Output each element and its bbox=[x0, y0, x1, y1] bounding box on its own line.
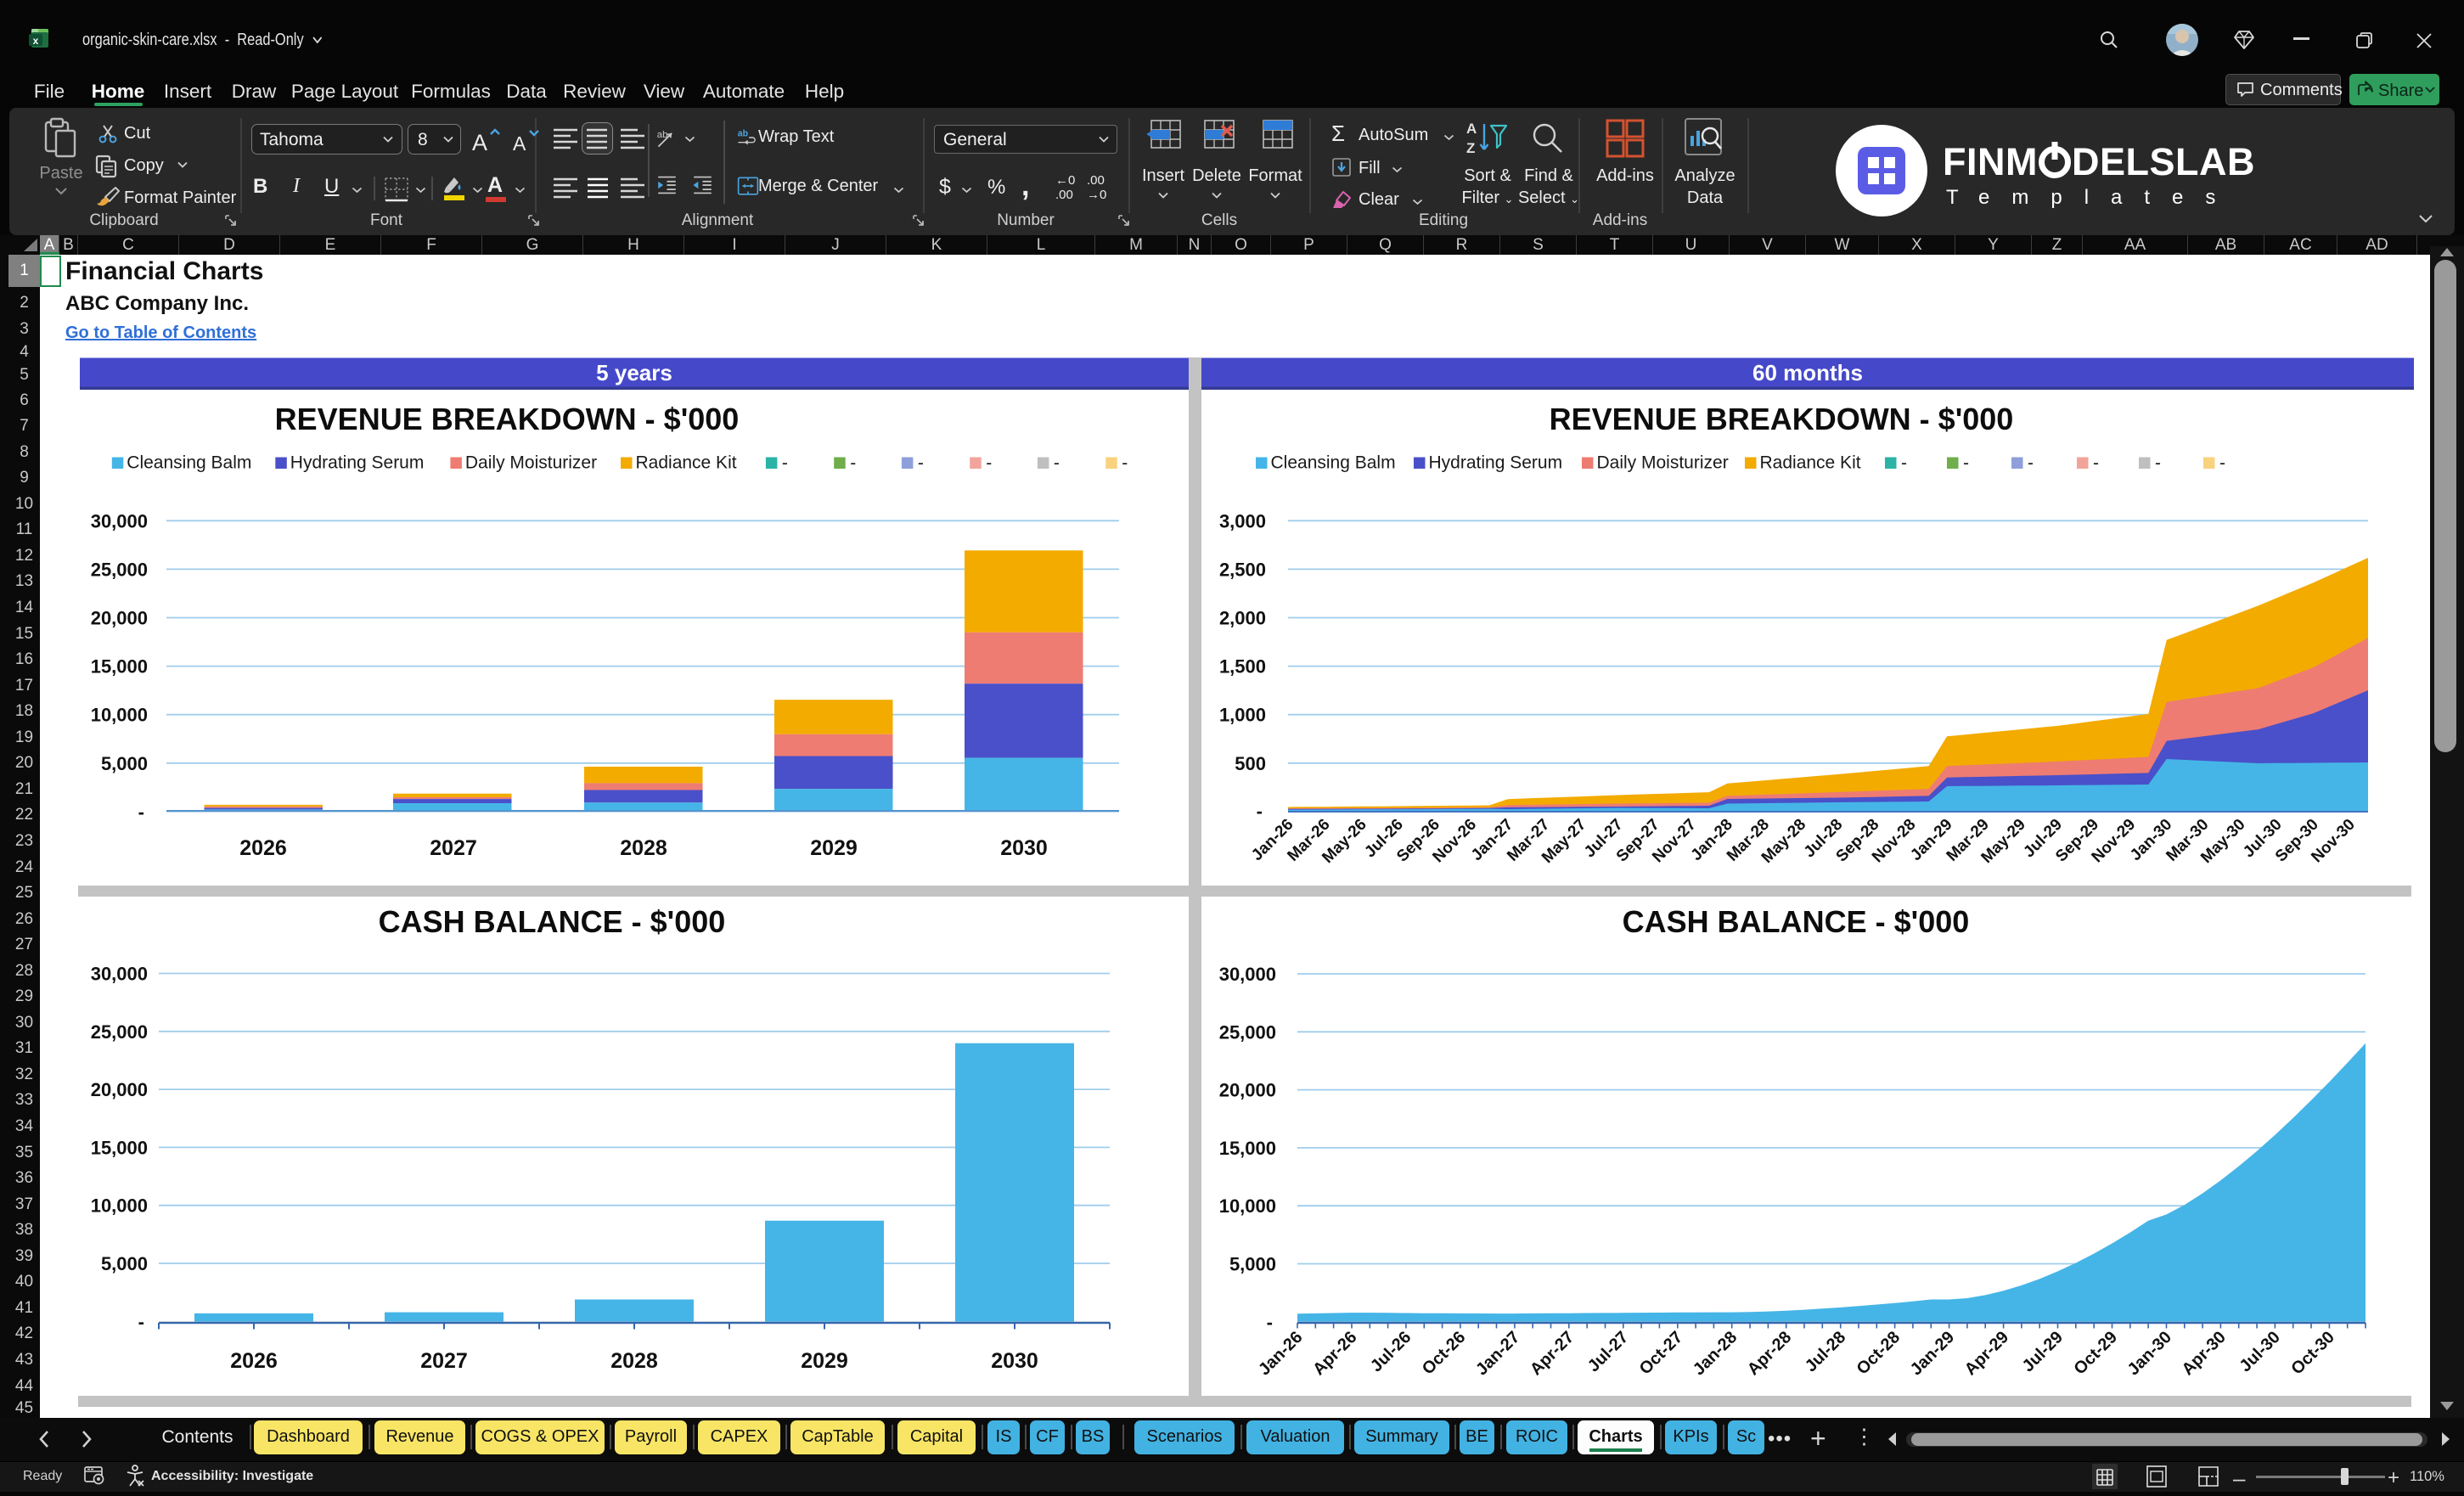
svg-text:A: A bbox=[472, 130, 487, 153]
svg-text:Jan-27: Jan-27 bbox=[1472, 1328, 1523, 1379]
svg-text:25,000: 25,000 bbox=[91, 559, 148, 580]
svg-text:20,000: 20,000 bbox=[91, 608, 148, 629]
svg-text:REVENUE BREAKDOWN - $'000: REVENUE BREAKDOWN - $'000 bbox=[1550, 402, 2014, 436]
svg-text:3,000: 3,000 bbox=[1219, 510, 1266, 531]
svg-text:-: - bbox=[850, 453, 856, 473]
svg-text:2,500: 2,500 bbox=[1219, 559, 1266, 580]
svg-text:30,000: 30,000 bbox=[91, 510, 148, 531]
svg-text:2028: 2028 bbox=[610, 1349, 658, 1373]
svg-text:Jul-29: Jul-29 bbox=[2019, 1328, 2067, 1375]
svg-text:2029: 2029 bbox=[801, 1349, 848, 1373]
svg-text:-: - bbox=[1901, 453, 1907, 473]
svg-text:Daily Moisturizer: Daily Moisturizer bbox=[465, 453, 597, 473]
svg-text:ab: ab bbox=[738, 129, 749, 139]
svg-text:1,000: 1,000 bbox=[1219, 705, 1266, 726]
svg-text:Oct-28: Oct-28 bbox=[1854, 1328, 1904, 1379]
svg-text:Jul-30: Jul-30 bbox=[2236, 1328, 2283, 1375]
svg-text:5,000: 5,000 bbox=[101, 753, 148, 774]
svg-text:-: - bbox=[2155, 453, 2161, 473]
svg-text:-: - bbox=[1257, 801, 1263, 822]
svg-text:-: - bbox=[1267, 1312, 1273, 1333]
svg-text:Apr-26: Apr-26 bbox=[1309, 1328, 1360, 1379]
svg-text:-: - bbox=[986, 453, 992, 473]
svg-text:-: - bbox=[1122, 453, 1128, 473]
svg-text:Hydrating Serum: Hydrating Serum bbox=[1429, 453, 1563, 473]
svg-text:Radiance Kit: Radiance Kit bbox=[636, 453, 737, 473]
svg-text:REVENUE BREAKDOWN - $'000: REVENUE BREAKDOWN - $'000 bbox=[275, 402, 740, 436]
svg-text:x: x bbox=[33, 35, 39, 47]
svg-text:CASH BALANCE - $'000: CASH BALANCE - $'000 bbox=[1623, 904, 1970, 939]
svg-text:Jul-28: Jul-28 bbox=[1802, 1328, 1849, 1375]
svg-text:20,000: 20,000 bbox=[91, 1079, 148, 1100]
svg-text:Jan-26: Jan-26 bbox=[1255, 1328, 1306, 1379]
svg-text:Oct-27: Oct-27 bbox=[1636, 1328, 1687, 1379]
svg-text:5,000: 5,000 bbox=[1229, 1254, 1276, 1275]
svg-text:Apr-27: Apr-27 bbox=[1527, 1328, 1578, 1379]
svg-text:Radiance Kit: Radiance Kit bbox=[1760, 453, 1861, 473]
svg-text:-: - bbox=[2028, 453, 2034, 473]
svg-text:A: A bbox=[1466, 121, 1477, 137]
svg-text:Apr-30: Apr-30 bbox=[2179, 1328, 2230, 1379]
svg-text:Apr-28: Apr-28 bbox=[1744, 1328, 1795, 1379]
svg-text:Jan-29: Jan-29 bbox=[1907, 1328, 1958, 1379]
svg-text:10,000: 10,000 bbox=[1219, 1195, 1276, 1217]
svg-text:Jul-27: Jul-27 bbox=[1584, 1328, 1632, 1375]
svg-text:2030: 2030 bbox=[991, 1349, 1038, 1373]
svg-text:Cleansing Balm: Cleansing Balm bbox=[127, 453, 251, 473]
svg-text:Oct-26: Oct-26 bbox=[1419, 1328, 1470, 1379]
svg-text:2,000: 2,000 bbox=[1219, 608, 1266, 629]
svg-text:-: - bbox=[1054, 453, 1060, 473]
svg-text:15,000: 15,000 bbox=[1219, 1138, 1276, 1159]
svg-text:25,000: 25,000 bbox=[1219, 1021, 1276, 1043]
svg-text:-: - bbox=[918, 453, 924, 473]
svg-text:5 years: 5 years bbox=[596, 360, 672, 385]
svg-text:-: - bbox=[2219, 453, 2225, 473]
svg-text:10,000: 10,000 bbox=[91, 1195, 148, 1217]
svg-text:Jul-26: Jul-26 bbox=[1367, 1328, 1415, 1375]
svg-text:Oct-29: Oct-29 bbox=[2070, 1328, 2121, 1379]
svg-text:30,000: 30,000 bbox=[1219, 964, 1276, 985]
svg-text:Hydrating Serum: Hydrating Serum bbox=[290, 453, 425, 473]
svg-text:20,000: 20,000 bbox=[1219, 1080, 1276, 1101]
svg-text:30,000: 30,000 bbox=[91, 964, 148, 985]
svg-text:2030: 2030 bbox=[1000, 836, 1048, 860]
svg-text:Z: Z bbox=[1466, 140, 1475, 156]
svg-text:CASH BALANCE - $'000: CASH BALANCE - $'000 bbox=[379, 904, 726, 939]
svg-text:2026: 2026 bbox=[239, 836, 287, 860]
svg-text:ab: ab bbox=[657, 130, 668, 140]
svg-text:15,000: 15,000 bbox=[91, 656, 148, 678]
svg-text:Apr-29: Apr-29 bbox=[1961, 1328, 2012, 1379]
svg-text:A: A bbox=[513, 132, 526, 153]
svg-text:Jan-28: Jan-28 bbox=[1690, 1328, 1741, 1379]
svg-text:-: - bbox=[782, 453, 788, 473]
svg-text:60 months: 60 months bbox=[1752, 360, 1863, 385]
svg-text:-: - bbox=[1963, 453, 1969, 473]
svg-text:Cleansing Balm: Cleansing Balm bbox=[1271, 453, 1396, 473]
svg-text:-: - bbox=[138, 801, 144, 823]
svg-text:10,000: 10,000 bbox=[91, 705, 148, 726]
svg-text:Oct-30: Oct-30 bbox=[2287, 1328, 2338, 1379]
svg-text:2028: 2028 bbox=[620, 836, 667, 860]
svg-text:-: - bbox=[138, 1312, 144, 1333]
svg-text:-: - bbox=[2093, 453, 2099, 473]
svg-text:5,000: 5,000 bbox=[101, 1253, 148, 1274]
svg-text:2026: 2026 bbox=[230, 1349, 278, 1373]
svg-text:2027: 2027 bbox=[420, 1349, 468, 1373]
svg-text:2027: 2027 bbox=[430, 836, 477, 860]
svg-text:1,500: 1,500 bbox=[1219, 656, 1266, 678]
svg-text:15,000: 15,000 bbox=[91, 1137, 148, 1158]
svg-text:Jan-30: Jan-30 bbox=[2124, 1328, 2175, 1379]
svg-text:25,000: 25,000 bbox=[91, 1021, 148, 1043]
svg-text:500: 500 bbox=[1235, 753, 1266, 774]
svg-text:Daily Moisturizer: Daily Moisturizer bbox=[1597, 453, 1729, 473]
svg-text:2029: 2029 bbox=[810, 836, 858, 860]
